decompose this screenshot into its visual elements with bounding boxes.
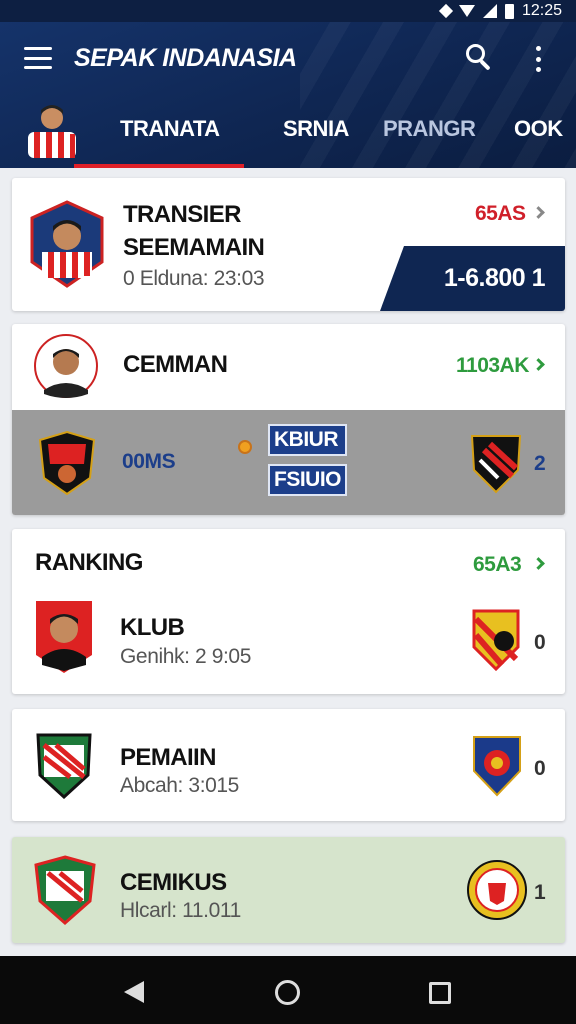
- card-tag: 1103AK: [456, 354, 529, 377]
- player-avatar: [36, 601, 92, 673]
- card-subtitle: Genihk: 2 9:05: [120, 645, 251, 668]
- player-avatar: [30, 200, 104, 288]
- chevron-right-icon[interactable]: [532, 206, 545, 219]
- card-title: KLUB: [120, 614, 185, 641]
- more-vert-icon[interactable]: [534, 46, 542, 72]
- system-nav-bar: [0, 956, 576, 1024]
- search-icon[interactable]: [466, 44, 494, 72]
- match-label-top: KBIUR: [268, 424, 348, 456]
- card-subtitle: Abcah: 3:015: [120, 774, 239, 797]
- card-subtitle: 0 Elduna: 23:03: [123, 267, 265, 290]
- tab-bar: TRANATA SRNIA PRANGR OOK: [0, 96, 576, 168]
- away-club-crest-icon: [470, 435, 522, 494]
- tab-prangr[interactable]: PRANGR: [383, 116, 476, 142]
- tab-srnia[interactable]: SRNIA: [283, 116, 349, 142]
- status-time: 12:25: [521, 2, 562, 19]
- chevron-right-icon[interactable]: [532, 557, 545, 570]
- ranking-card[interactable]: RANKING 65A3 KLUB Genihk: 2 9:05 0: [12, 529, 565, 694]
- transfer-value-banner: 1-6.800 1: [380, 246, 565, 311]
- notification-icon: [438, 3, 454, 19]
- status-bar: 12:25: [0, 0, 576, 22]
- card-title: CEMIKUS: [120, 869, 227, 896]
- tab-tranata[interactable]: TRANATA: [120, 116, 220, 142]
- club-crest-icon: [467, 860, 527, 920]
- match-label-bottom: FSIUIO: [268, 464, 348, 496]
- chevron-right-icon[interactable]: [532, 358, 545, 371]
- recents-icon[interactable]: [429, 982, 451, 1004]
- cemikus-card[interactable]: CEMIKUS Hlcarl: 11.011 1: [12, 837, 565, 943]
- live-indicator: [238, 440, 252, 454]
- club-score: 0: [534, 631, 546, 654]
- pemain-card[interactable]: PEMAIIN Abcah: 3:015 0: [12, 709, 565, 821]
- section-title-ranking: RANKING: [35, 549, 143, 576]
- card-tag: 65AS: [475, 202, 526, 225]
- battery-icon: [504, 3, 514, 19]
- away-score: 2: [534, 452, 546, 475]
- toolbar: SEPAK INDANASIA: [0, 22, 576, 96]
- wifi-icon: [458, 5, 475, 17]
- transfer-card[interactable]: TRANSIER SEEMAMAIN 0 Elduna: 23:03 65AS …: [12, 178, 565, 311]
- match-score-strip: 00MS KBIUR FSIUIO 2: [12, 410, 565, 515]
- home-team-label: 00MS: [122, 450, 176, 473]
- card-subtitle: Hlcarl: 11.011: [120, 899, 241, 922]
- home-club-crest-icon: [38, 430, 96, 496]
- banner-value: 1-6.800 1: [443, 264, 546, 292]
- card-title: CEMMAN: [123, 351, 228, 378]
- signal-icon: [482, 4, 497, 18]
- back-icon[interactable]: [124, 981, 144, 1003]
- match-card[interactable]: CEMMAN 1103AK 00MS KBIUR FSIUIO 2: [12, 324, 565, 515]
- player-avatar-icon: [28, 105, 76, 158]
- club-crest-icon: [472, 609, 520, 671]
- match-center-labels: KBIUR FSIUIO: [268, 424, 348, 496]
- card-tag: 65A3: [473, 553, 522, 576]
- card-title: PEMAIIN: [120, 744, 216, 771]
- menu-icon[interactable]: [24, 47, 52, 69]
- app-header: SEPAK INDANASIA TRANATA SRNIA PRANGR OOK: [0, 22, 576, 168]
- card-title-line2: SEEMAMAIN: [123, 234, 265, 261]
- card-title-line1: TRANSIER: [123, 201, 241, 228]
- tab-indicator: [74, 164, 244, 168]
- club-crest-icon: [34, 855, 96, 925]
- home-icon[interactable]: [275, 980, 300, 1005]
- app-title: SEPAK INDANASIA: [74, 44, 297, 72]
- player-avatar: [34, 334, 98, 398]
- club-score: 0: [534, 757, 546, 780]
- club-crest-icon: [36, 733, 92, 799]
- club-score: 1: [534, 881, 546, 904]
- tab-ook[interactable]: OOK: [514, 116, 563, 142]
- club-crest-icon: [473, 736, 521, 797]
